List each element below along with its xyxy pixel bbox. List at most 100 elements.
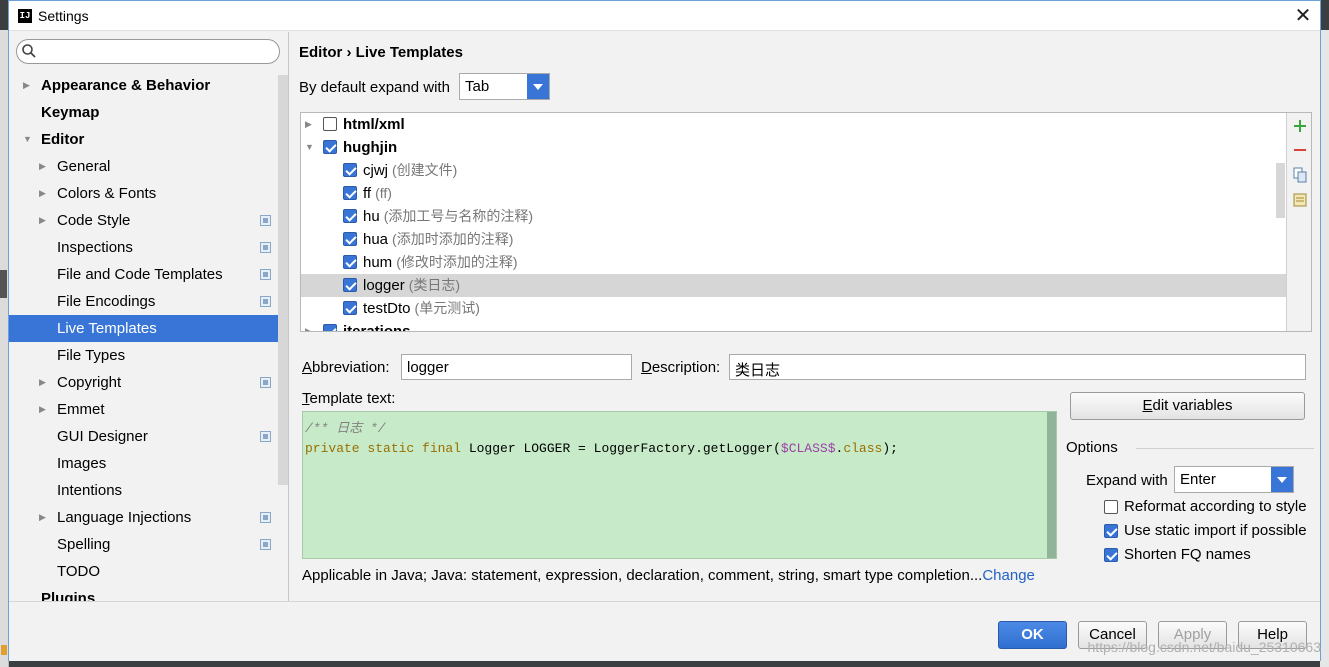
- code-body: Logger LOGGER = LoggerFactory.getLogger(: [461, 441, 781, 456]
- intellij-app-icon: IJ: [18, 9, 32, 23]
- project-scope-icon: [260, 539, 271, 550]
- resize-grip[interactable]: [798, 331, 812, 332]
- sidebar-item-label: Colors & Fonts: [57, 185, 157, 202]
- sidebar-item-label: Images: [57, 455, 107, 472]
- chevron-down-icon[interactable]: ▼: [305, 136, 314, 159]
- template-checkbox[interactable]: [343, 278, 357, 292]
- restore-icon[interactable]: [1292, 192, 1308, 208]
- sidebar-scrollbar[interactable]: [278, 75, 288, 485]
- ok-button[interactable]: OK: [998, 621, 1067, 649]
- copy-icon[interactable]: [1292, 167, 1308, 183]
- close-icon[interactable]: ✕: [1290, 3, 1316, 29]
- template-row[interactable]: hum (修改时添加的注释): [301, 251, 1286, 274]
- expand-with-select[interactable]: Enter: [1174, 466, 1294, 493]
- template-description: (添加工号与名称的注释): [383, 208, 534, 224]
- template-group-row[interactable]: ▶ html/xml: [301, 113, 1286, 136]
- template-checkbox[interactable]: [343, 186, 357, 200]
- template-name: iterations: [343, 323, 411, 332]
- search-input[interactable]: [16, 39, 280, 64]
- template-text-editor[interactable]: /** 日志 */ private static final Logger LO…: [302, 411, 1057, 559]
- template-row[interactable]: hua (添加时添加的注释): [301, 228, 1286, 251]
- template-name: logger: [363, 277, 405, 294]
- project-scope-icon: [260, 296, 271, 307]
- reformat-checkbox[interactable]: [1104, 500, 1118, 514]
- template-row[interactable]: cjwj (创建文件): [301, 159, 1286, 182]
- sidebar-item[interactable]: Intentions: [9, 477, 288, 504]
- sidebar-item[interactable]: ▶ General: [9, 153, 288, 180]
- template-checkbox[interactable]: [323, 117, 337, 131]
- applicable-text: Applicable in Java; Java: statement, exp…: [302, 567, 983, 584]
- edit-variables-label-rest: dit variables: [1152, 397, 1233, 414]
- search-icon: [22, 44, 36, 58]
- project-scope-icon: [260, 242, 271, 253]
- abbreviation-field[interactable]: logger: [401, 354, 632, 380]
- edit-variables-button[interactable]: Edit variables: [1070, 392, 1305, 420]
- sidebar-item-label: Intentions: [57, 482, 123, 499]
- shorten-fq-checkbox[interactable]: [1104, 548, 1118, 562]
- sidebar-item-label: Editor: [41, 131, 85, 148]
- sidebar-item[interactable]: ▶ Emmet: [9, 396, 288, 423]
- expand-with-label: Expand with: [1086, 472, 1168, 489]
- sidebar-item[interactable]: Keymap: [9, 99, 288, 126]
- sidebar-item[interactable]: Live Templates: [9, 315, 288, 342]
- templates-scrollbar[interactable]: [1276, 163, 1285, 218]
- description-field[interactable]: 类日志: [729, 354, 1306, 380]
- static-import-checkbox[interactable]: [1104, 524, 1118, 538]
- template-row[interactable]: hu (添加工号与名称的注释): [301, 205, 1286, 228]
- code-comment-line: /** 日志 */: [305, 421, 386, 436]
- sidebar-item[interactable]: Images: [9, 450, 288, 477]
- template-checkbox[interactable]: [343, 209, 357, 223]
- templates-tree: ▶ html/xml ▼ hughjin cjwj (创建文件) ff (ff) hu (添加工号…: [300, 112, 1312, 332]
- chevron-right-icon[interactable]: ▶: [305, 113, 312, 136]
- chevron-down-icon[interactable]: [1271, 467, 1293, 492]
- chevron-right-icon[interactable]: ▶: [39, 396, 46, 423]
- abbreviation-label-rest: bbreviation:: [312, 359, 390, 376]
- template-row[interactable]: ff (ff): [301, 182, 1286, 205]
- chevron-down-icon[interactable]: ▼: [23, 126, 32, 153]
- sidebar-item[interactable]: ▶ Appearance & Behavior: [9, 72, 288, 99]
- default-expand-select[interactable]: Tab: [459, 73, 550, 100]
- template-checkbox[interactable]: [323, 140, 337, 154]
- change-link[interactable]: Change: [982, 567, 1035, 584]
- template-group-row[interactable]: ▶ iterations: [301, 320, 1286, 332]
- chevron-right-icon[interactable]: ▶: [39, 180, 46, 207]
- template-row[interactable]: logger (类日志): [301, 274, 1286, 297]
- sidebar-item-label: Appearance & Behavior: [41, 77, 211, 94]
- sidebar-item[interactable]: ▶ Colors & Fonts: [9, 180, 288, 207]
- template-checkbox[interactable]: [343, 255, 357, 269]
- sidebar-item[interactable]: ▶ Copyright: [9, 369, 288, 396]
- sidebar-item-label: File Types: [57, 347, 126, 364]
- description-label: Description:: [641, 359, 721, 376]
- project-scope-icon: [260, 377, 271, 388]
- sidebar-item[interactable]: TODO: [9, 558, 288, 585]
- sidebar-item[interactable]: ▶ Language Injections: [9, 504, 288, 531]
- sidebar-item[interactable]: File and Code Templates: [9, 261, 288, 288]
- chevron-right-icon[interactable]: ▶: [39, 153, 46, 180]
- sidebar-item[interactable]: File Encodings: [9, 288, 288, 315]
- chevron-down-icon[interactable]: [527, 74, 549, 99]
- chevron-right-icon[interactable]: ▶: [305, 320, 312, 331]
- template-checkbox[interactable]: [343, 163, 357, 177]
- chevron-right-icon[interactable]: ▶: [39, 504, 46, 531]
- sidebar-item[interactable]: Plugins: [9, 585, 288, 601]
- chevron-right-icon[interactable]: ▶: [39, 369, 46, 396]
- sidebar-item[interactable]: File Types: [9, 342, 288, 369]
- sidebar-item[interactable]: Spelling: [9, 531, 288, 558]
- remove-icon[interactable]: [1292, 142, 1308, 158]
- sidebar-item[interactable]: GUI Designer: [9, 423, 288, 450]
- template-checkbox[interactable]: [343, 301, 357, 315]
- template-group-row[interactable]: ▼ hughjin: [301, 136, 1286, 159]
- abbreviation-label: Abbreviation:: [302, 359, 390, 376]
- sidebar-item[interactable]: ▶ Code Style: [9, 207, 288, 234]
- template-checkbox[interactable]: [343, 232, 357, 246]
- project-scope-icon: [260, 215, 271, 226]
- template-row[interactable]: testDto (单元测试): [301, 297, 1286, 320]
- template-name-wrap: hum (修改时添加的注释): [363, 251, 518, 274]
- template-checkbox[interactable]: [323, 324, 337, 331]
- add-icon[interactable]: [1292, 118, 1308, 134]
- sidebar-item[interactable]: ▼ Editor: [9, 126, 288, 153]
- chevron-right-icon[interactable]: ▶: [39, 207, 46, 234]
- chevron-right-icon[interactable]: ▶: [23, 72, 30, 99]
- sidebar-item[interactable]: Inspections: [9, 234, 288, 261]
- options-title: Options: [1066, 439, 1118, 456]
